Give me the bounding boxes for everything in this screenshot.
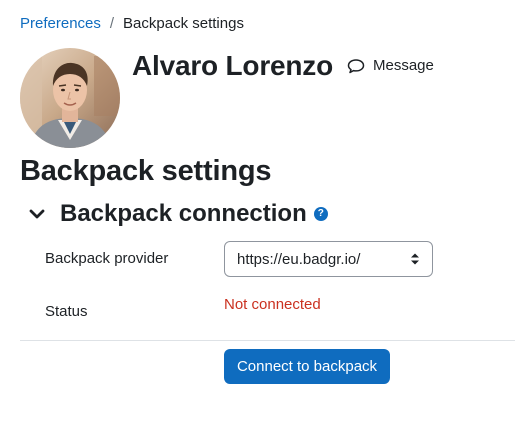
speech-bubble-icon (347, 58, 365, 74)
breadcrumb: Preferences / Backpack settings (20, 14, 244, 34)
user-name: Alvaro Lorenzo (132, 50, 334, 81)
avatar[interactable] (20, 48, 120, 148)
breadcrumb-item-current: Backpack settings (123, 15, 244, 32)
page-title: Backpack settings (20, 155, 272, 187)
select-arrows-icon (411, 253, 419, 265)
section-title: Backpack connection (60, 200, 307, 227)
backpack-provider-label: Backpack provider (45, 250, 169, 267)
question-circle-icon[interactable]: ? (313, 207, 328, 221)
backpack-provider-value: https://eu.badgr.io/ (237, 250, 361, 268)
breadcrumb-separator: / (109, 15, 115, 32)
status-value: Not connected (224, 296, 321, 313)
section-header-backpack-connection: Backpack connection ? (26, 198, 328, 230)
breadcrumb-item-preferences[interactable]: Preferences (20, 14, 101, 34)
message-label: Message (373, 57, 434, 74)
backpack-provider-select[interactable]: https://eu.badgr.io/ (224, 241, 433, 277)
chevron-down-icon[interactable] (26, 203, 48, 225)
connect-to-backpack-button[interactable]: Connect to backpack (224, 349, 390, 384)
status-label: Status (45, 303, 88, 320)
divider (20, 340, 515, 341)
user-avatar-photo (20, 48, 120, 148)
page: Preferences / Backpack settings Alvaro L… (0, 0, 515, 426)
message-button[interactable]: Message (347, 56, 434, 76)
